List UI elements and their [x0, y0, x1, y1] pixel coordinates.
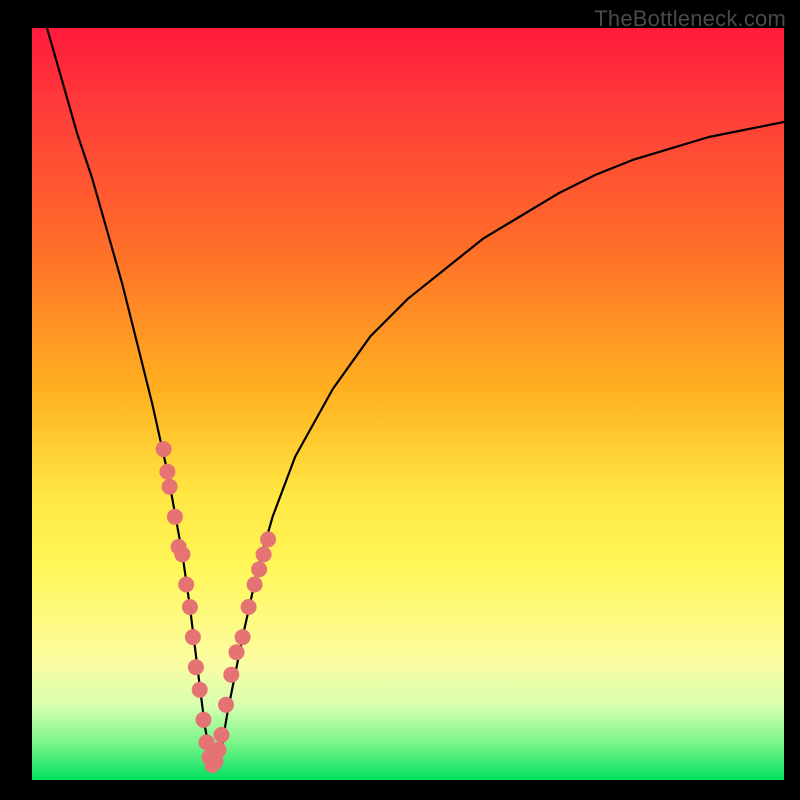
data-marker — [214, 727, 230, 743]
data-marker — [196, 712, 212, 728]
data-marker — [235, 629, 251, 645]
data-marker — [159, 464, 175, 480]
data-marker — [218, 697, 234, 713]
data-marker — [182, 599, 198, 615]
chart-svg — [32, 28, 784, 780]
data-marker — [211, 742, 227, 758]
watermark-text: TheBottleneck.com — [594, 6, 786, 32]
data-marker — [241, 599, 257, 615]
data-marker — [156, 441, 172, 457]
data-marker — [162, 479, 178, 495]
data-marker — [185, 629, 201, 645]
plot-area — [32, 28, 784, 780]
data-marker — [178, 577, 194, 593]
data-marker — [260, 531, 276, 547]
data-marker — [188, 659, 204, 675]
data-marker — [174, 546, 190, 562]
data-marker — [192, 682, 208, 698]
data-marker — [167, 509, 183, 525]
chart-frame: TheBottleneck.com — [0, 0, 800, 800]
data-marker — [251, 561, 267, 577]
data-marker — [229, 644, 245, 660]
data-marker — [247, 577, 263, 593]
data-marker — [256, 546, 272, 562]
bottleneck-curve — [32, 0, 784, 765]
marker-group — [156, 441, 277, 773]
data-marker — [223, 667, 239, 683]
